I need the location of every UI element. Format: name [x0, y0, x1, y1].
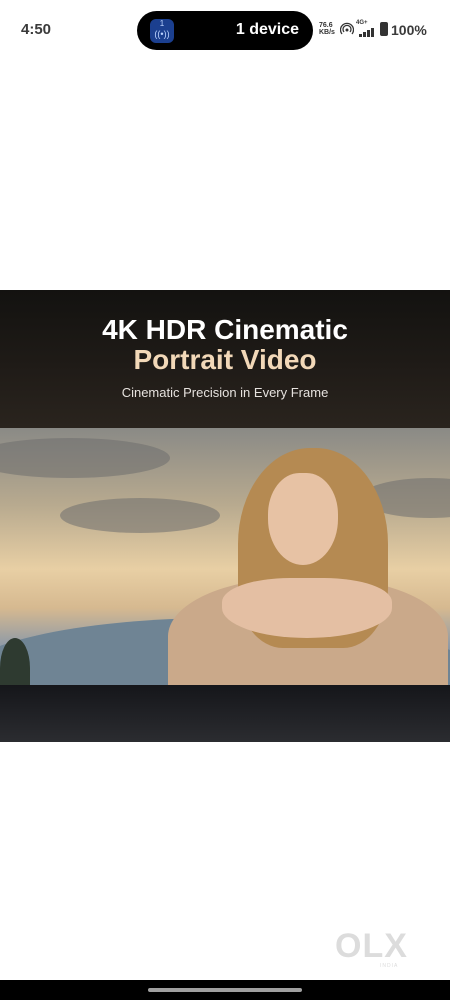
banner-title-line2: Portrait Video	[133, 344, 317, 375]
olx-watermark-logo: OLX INDIA	[335, 927, 415, 971]
battery-icon	[380, 22, 388, 36]
status-bar: 4:50 1 ((•)) 1 device 76.6 KB/s 4G+ 100%	[0, 0, 450, 60]
battery-percentage: 100%	[391, 22, 427, 38]
promo-banner[interactable]: 4K HDR Cinematic Portrait Video Cinemati…	[0, 290, 450, 742]
pill-icon-count: 1	[159, 19, 165, 28]
device-count-label: 1 device	[235, 21, 299, 38]
broadcast-icon: 1 ((•))	[150, 19, 174, 43]
network-speed: 76.6 KB/s	[319, 22, 335, 36]
banner-footer	[0, 685, 450, 742]
banner-subtitle: Cinematic Precision in Every Frame	[121, 385, 329, 400]
banner-title-line1: 4K HDR Cinematic	[102, 314, 348, 345]
navigation-bar	[0, 980, 450, 1000]
device-pill[interactable]: 1 ((•)) 1 device	[137, 11, 313, 50]
watermark-subtext: INDIA	[380, 963, 399, 969]
hotspot-icon	[340, 22, 354, 35]
watermark-logo-text: OLX	[335, 927, 408, 965]
home-indicator[interactable]	[148, 988, 302, 992]
network-speed-value: 76.6	[319, 22, 333, 29]
signal-icon: 4G+	[356, 20, 376, 37]
clock: 4:50	[21, 21, 52, 38]
network-type-label: 4G+	[356, 20, 368, 26]
banner-header: 4K HDR Cinematic Portrait Video Cinemati…	[0, 290, 450, 428]
banner-photo	[0, 428, 450, 685]
network-speed-unit: KB/s	[319, 29, 335, 36]
